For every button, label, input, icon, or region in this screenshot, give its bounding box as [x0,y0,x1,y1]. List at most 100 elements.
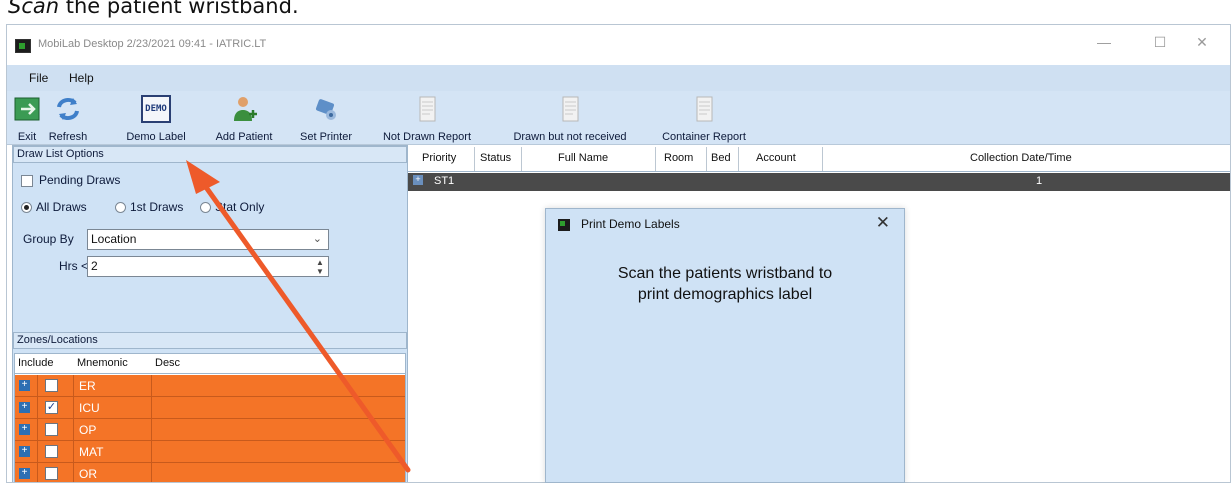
window-title: MobiLab Desktop 2/23/2021 09:41 - IATRIC… [38,38,267,50]
checkbox-box[interactable] [21,174,33,187]
group-by-label: Group By [23,232,74,246]
report-icon [562,96,579,122]
expand-icon[interactable]: + [19,446,30,457]
include-checkbox[interactable] [45,423,58,436]
column-divider [37,441,38,462]
column-divider [37,375,38,396]
menu-file[interactable]: File [29,71,48,85]
set-printer-label: Set Printer [300,131,352,143]
pending-draws-label: Pending Draws [39,173,121,187]
minimize-button[interactable]: — [1089,31,1119,53]
radio-unselected[interactable] [200,202,211,214]
grid-header: Priority Status Full Name Room Bed Accou… [408,147,1230,172]
zone-row[interactable]: + ✓ ICU [15,397,405,419]
print-demo-labels-dialog: Print Demo Labels ✕ Scan the patients wr… [545,208,905,483]
close-window-button[interactable]: ✕ [1187,31,1217,53]
refresh-button[interactable]: Refresh [43,91,93,145]
column-divider [37,397,38,418]
expand-icon[interactable]: + [19,468,30,479]
expand-icon[interactable]: + [19,380,30,391]
col-room[interactable]: Room [664,152,693,164]
stepper-down-icon[interactable]: ▼ [312,267,328,276]
exit-label: Exit [17,131,37,143]
zones-header: Zones/Locations [13,332,407,349]
group-by-select[interactable]: Location ⌄ [87,229,329,250]
column-divider [73,441,74,462]
zone-mnemonic: MAT [79,445,104,459]
close-icon[interactable]: ✕ [876,213,890,233]
expand-icon[interactable]: + [413,175,423,185]
maximize-button[interactable]: ☐ [1145,31,1175,53]
zone-row[interactable]: + MAT [15,441,405,463]
caption-text: the patient wristband. [59,0,299,18]
hrs-label: Hrs < [59,259,89,273]
col-status[interactable]: Status [480,152,511,164]
pending-draws-checkbox[interactable]: Pending Draws [21,173,120,187]
column-divider [151,375,152,396]
zone-mnemonic: ICU [79,401,100,415]
dialog-message: Scan the patients wristband to print dem… [566,263,884,305]
demo-label-icon: DEMO [141,95,171,123]
col-full-name[interactable]: Full Name [558,152,608,164]
demo-label-label: Demo Label [126,131,186,143]
hrs-stepper[interactable]: 2 ▲ ▼ [87,256,329,277]
zone-row[interactable]: + ER [15,375,405,397]
not-drawn-report-button[interactable]: Not Drawn Report [367,91,487,145]
exit-icon [14,97,40,121]
app-icon [15,39,31,53]
include-checkbox[interactable] [45,445,58,458]
column-divider [822,147,823,171]
column-divider [73,419,74,440]
expand-icon[interactable]: + [19,424,30,435]
zone-row[interactable]: + OR [15,463,405,482]
include-checkbox[interactable] [45,379,58,392]
radio-selected[interactable] [21,202,32,214]
column-divider [151,441,152,462]
stat-only-label: Stat Only [215,200,265,214]
zone-mnemonic: OP [79,423,97,437]
demo-label-button[interactable]: DEMO Demo Label [118,91,194,145]
zone-row[interactable]: + OP [15,419,405,441]
column-divider [73,375,74,396]
col-account[interactable]: Account [756,152,796,164]
first-draws-radio[interactable]: 1st Draws [115,200,183,214]
column-divider [151,463,152,482]
column-divider [706,147,707,171]
app-icon [558,219,570,231]
hrs-value: 2 [91,259,98,273]
group-by-value: Location [91,232,137,246]
set-printer-button[interactable]: Set Printer [291,91,361,145]
column-divider [151,397,152,418]
drawn-not-received-label: Drawn but not received [513,131,627,143]
col-bed[interactable]: Bed [711,152,731,164]
chevron-down-icon: ⌄ [312,233,322,245]
container-report-button[interactable]: Container Report [649,91,759,145]
dialog-message-line2: print demographics label [637,286,813,303]
add-patient-label: Add Patient [215,131,273,143]
column-divider [73,397,74,418]
radio-unselected[interactable] [115,202,126,214]
include-checkbox[interactable] [45,467,58,480]
column-divider [37,463,38,482]
col-priority[interactable]: Priority [422,152,456,164]
col-collection[interactable]: Collection Date/Time [970,152,1072,164]
menu-help[interactable]: Help [69,71,94,85]
column-divider [655,147,656,171]
col-include: Include [18,357,54,369]
menu-bar: File Help [7,65,1230,91]
caption-italic: Scan [8,0,60,18]
screenshot-stage: Scan the patient wristband. MobiLab Desk… [0,0,1231,483]
drawn-not-received-button[interactable]: Drawn but not received [495,91,645,145]
expand-icon[interactable]: + [19,402,30,413]
include-checkbox[interactable]: ✓ [45,401,58,414]
stepper-up-icon[interactable]: ▲ [312,258,328,267]
dialog-title-bar: Print Demo Labels ✕ [546,209,904,239]
all-draws-radio[interactable]: All Draws [21,200,87,214]
toolbar: Exit Refresh DEMO Demo Label Add Patient… [7,91,1230,145]
exit-button[interactable]: Exit [9,91,45,145]
group-row-st1[interactable]: + ST1 1 [408,173,1230,191]
column-divider [738,147,739,171]
zone-mnemonic: ER [79,379,96,393]
add-patient-button[interactable]: Add Patient [207,91,281,145]
stat-only-radio[interactable]: Stat Only [200,200,264,214]
